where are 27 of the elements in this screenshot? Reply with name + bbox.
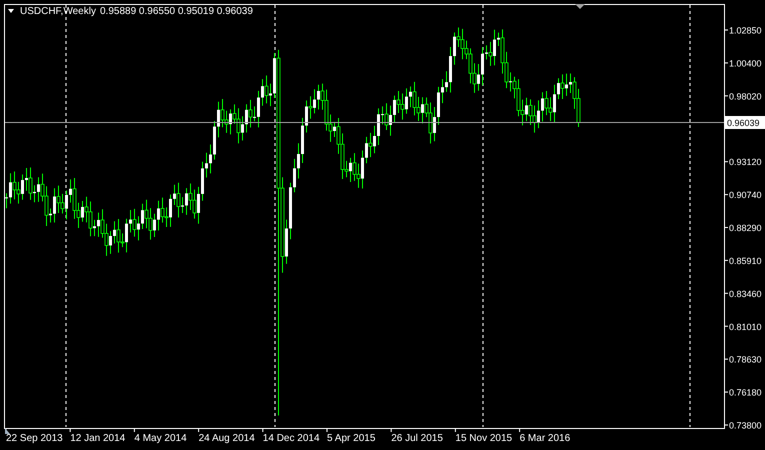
price-tick-label: 0.88290: [729, 223, 762, 233]
price-tick-label: 0.76180: [729, 388, 762, 398]
time-tick-label: 12 Jan 2014: [70, 433, 126, 444]
price-tick-label: 0.93120: [729, 157, 762, 168]
time-tick-label: 22 Sep 2013: [6, 433, 63, 444]
price-tick-label: 0.90740: [729, 190, 762, 200]
ohlc-values: 0.95889 0.96550 0.95019 0.96039: [100, 6, 253, 17]
time-tick-label: 6 Mar 2016: [520, 433, 570, 444]
price-tick-label: 1.00400: [729, 58, 762, 68]
current-price-label: 0.96039: [725, 116, 765, 129]
price-tick-label: 1.02850: [729, 26, 762, 36]
time-tick-label: 5 Apr 2015: [327, 433, 376, 444]
dropdown-icon[interactable]: [8, 9, 14, 13]
time-tick-label: 26 Jul 2015: [391, 433, 443, 444]
time-tick-label: 15 Nov 2015: [455, 433, 512, 444]
price-tick-label: 0.83460: [729, 288, 762, 299]
price-tick-label: 0.73800: [729, 420, 762, 430]
time-tick-label: 24 Aug 2014: [198, 433, 255, 444]
chart-symbol: USDCHF,Weekly: [20, 6, 96, 17]
scale-marker-icon: [5, 428, 10, 434]
price-tick-label: 0.98020: [729, 91, 762, 102]
price-tick-label: 0.81010: [729, 322, 762, 332]
time-tick-label: 14 Dec 2014: [262, 433, 320, 444]
shift-marker-icon[interactable]: [575, 4, 585, 9]
price-tick-label: 0.78630: [729, 354, 762, 365]
price-tick-label: 0.85910: [729, 256, 762, 266]
time-tick-label: 4 May 2014: [134, 433, 187, 444]
